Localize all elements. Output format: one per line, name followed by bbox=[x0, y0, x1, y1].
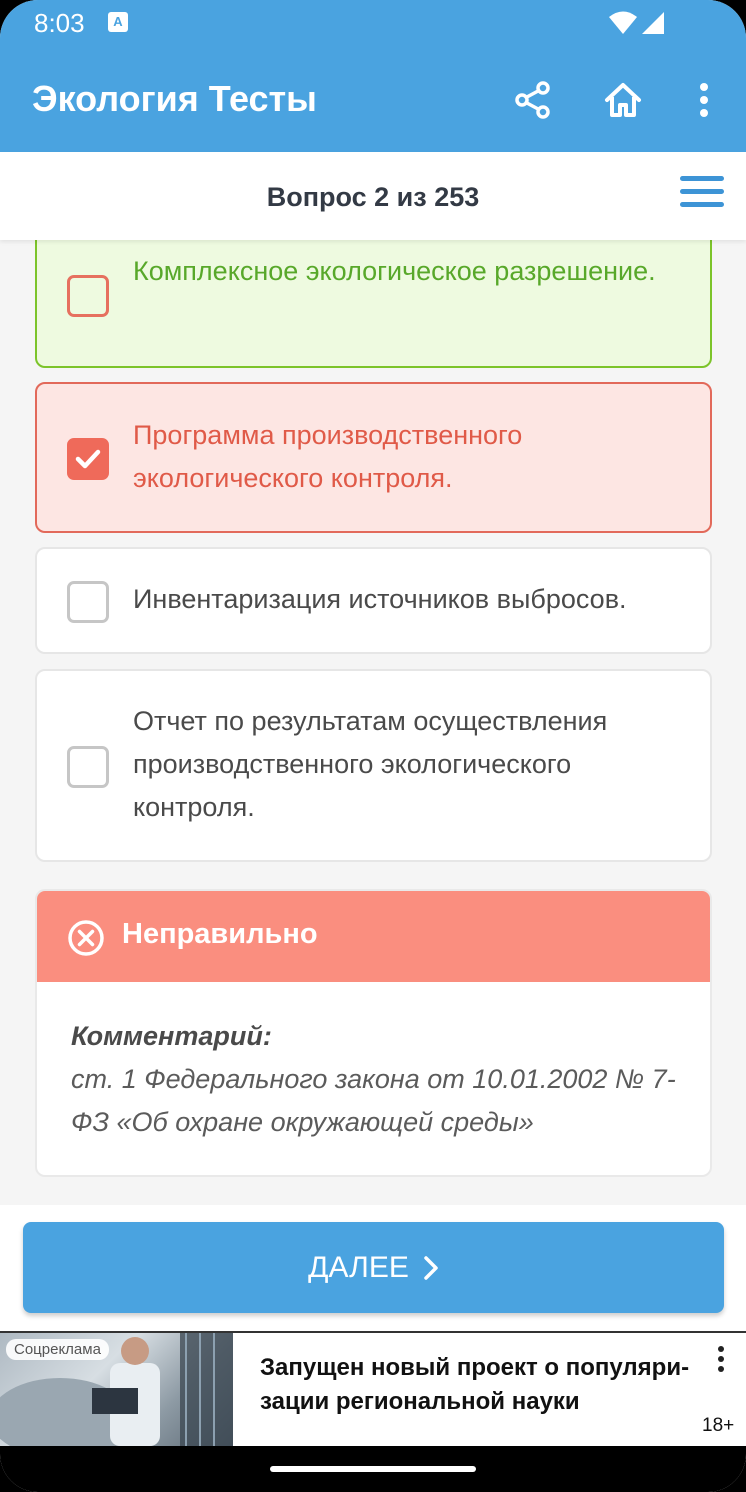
next-button[interactable]: ДАЛЕЕ bbox=[23, 1222, 724, 1313]
signal-icon bbox=[642, 12, 664, 34]
comment-label: Комментарий: bbox=[71, 1021, 272, 1051]
checkbox[interactable] bbox=[67, 275, 109, 317]
answer-text: Инвентаризация источников выбросов. bbox=[133, 584, 627, 614]
answer-option-2[interactable]: Программа производственного экологическо… bbox=[35, 382, 712, 533]
result-title: Неправильно bbox=[122, 918, 318, 950]
ad-more-icon[interactable] bbox=[716, 1345, 726, 1373]
checkbox[interactable] bbox=[67, 746, 109, 788]
question-counter: Вопрос 2 из 253 bbox=[266, 182, 480, 212]
result-panel: Неправильно Комментарий: ст. 1 Федеральн… bbox=[35, 889, 712, 1177]
result-header: Неправильно bbox=[37, 891, 710, 982]
answer-option-4[interactable]: Отчет по результатам осуществления произ… bbox=[35, 669, 712, 862]
more-vert-icon bbox=[700, 83, 708, 117]
answer-text: Отчет по результатам осуществления произ… bbox=[133, 706, 608, 822]
question-list-button[interactable] bbox=[680, 176, 724, 216]
chevron-right-icon bbox=[424, 1255, 438, 1280]
comment: Комментарий: ст. 1 Федерального закона о… bbox=[71, 1015, 681, 1144]
error-circle-icon bbox=[68, 920, 104, 956]
share-button[interactable] bbox=[507, 74, 559, 126]
check-icon bbox=[75, 449, 101, 469]
more-options-button[interactable] bbox=[678, 74, 730, 126]
checkbox[interactable] bbox=[67, 581, 109, 623]
home-gesture-handle[interactable] bbox=[270, 1466, 476, 1472]
app-screen: 8:03 A Экология Тесты Вопрос 2 из 253 Ко… bbox=[0, 0, 746, 1492]
share-icon bbox=[515, 81, 550, 119]
ad-age-rating: 18+ bbox=[702, 1415, 735, 1436]
home-button[interactable] bbox=[597, 74, 649, 126]
next-button-label: ДАЛЕЕ bbox=[308, 1250, 409, 1284]
hamburger-icon bbox=[680, 176, 724, 181]
answer-text: Комплексное экологическое разрешение. bbox=[133, 256, 656, 286]
wifi-icon bbox=[609, 11, 637, 34]
ad-label: Соцреклама bbox=[6, 1339, 109, 1360]
bottom-bar: ДАЛЕЕ bbox=[0, 1205, 746, 1331]
answer-text: Программа производственного экологическо… bbox=[133, 420, 523, 493]
app-title: Экология Тесты bbox=[32, 78, 317, 119]
ad-banner[interactable]: Соцреклама Запущен новый проект о популя… bbox=[0, 1331, 746, 1446]
question-header: Вопрос 2 из 253 bbox=[0, 152, 746, 240]
notification-icon: A bbox=[108, 12, 128, 32]
status-time: 8:03 bbox=[34, 8, 85, 38]
ad-image[interactable]: Соцреклама bbox=[0, 1333, 233, 1446]
app-bar: 8:03 A Экология Тесты bbox=[0, 0, 746, 152]
answer-option-3[interactable]: Инвентаризация источников выбросов. bbox=[35, 547, 712, 654]
home-icon bbox=[605, 83, 641, 117]
answer-option-1[interactable]: Комплексное экологическое разрешение. bbox=[35, 222, 712, 368]
system-nav-bar bbox=[0, 1446, 746, 1492]
checkbox-checked[interactable] bbox=[67, 438, 109, 480]
ad-headline[interactable]: Запущен новый проект о популяри-зации ре… bbox=[260, 1351, 700, 1419]
comment-text: ст. 1 Федерального закона от 10.01.2002 … bbox=[71, 1064, 676, 1137]
